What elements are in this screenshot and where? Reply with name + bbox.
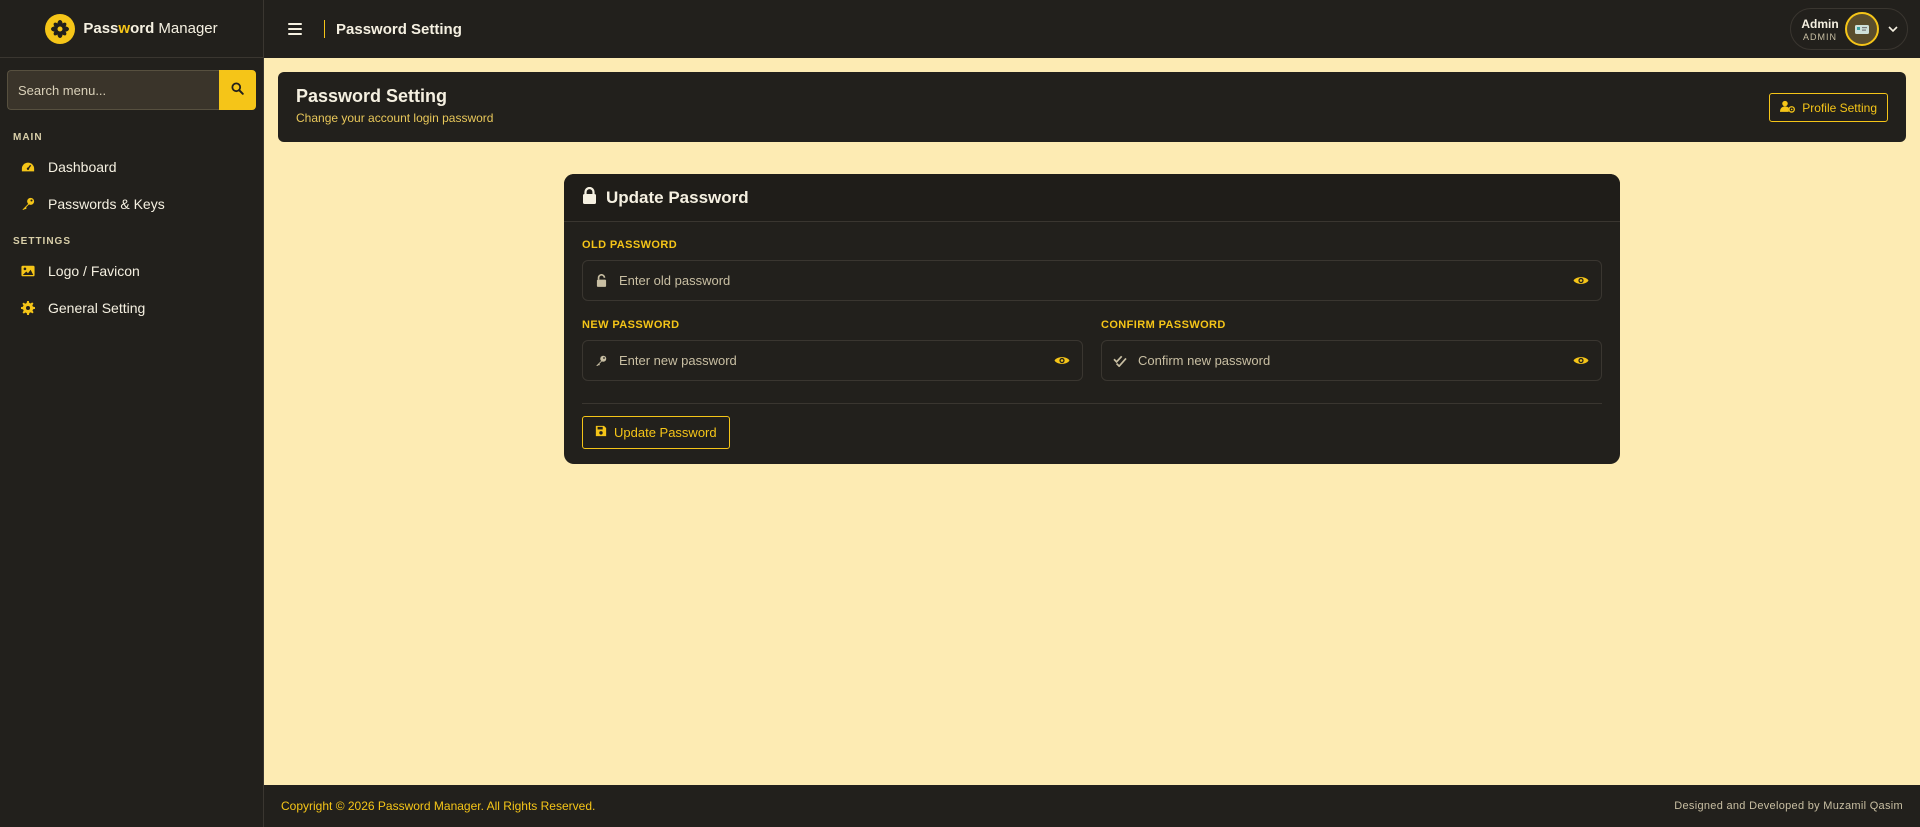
sidebar-item-logo-favicon[interactable]: Logo / Favicon [0, 252, 263, 289]
profile-setting-label: Profile Setting [1802, 100, 1877, 115]
gear-icon [21, 300, 35, 315]
old-password-label: OLD PASSWORD [582, 239, 678, 251]
old-password-input[interactable] [619, 261, 1561, 300]
profile-setting-button[interactable]: Profile Setting [1769, 93, 1888, 122]
lock-icon [582, 186, 597, 209]
lock-open-icon [583, 274, 619, 287]
eye-icon[interactable] [1561, 275, 1601, 286]
sidebar-item-general-setting[interactable]: General Setting [0, 289, 263, 326]
avatar[interactable] [1845, 12, 1879, 46]
user-gear-icon [1780, 100, 1796, 116]
old-password-field [582, 260, 1602, 301]
credit-text: Designed and Developed by Muzamil Qasim [1674, 800, 1903, 812]
key-icon [583, 355, 619, 367]
sidebar-item-label: Dashboard [48, 158, 117, 175]
sidebar-item-label: General Setting [48, 299, 146, 316]
divider [582, 403, 1602, 404]
sidebar-item-label: Passwords & Keys [48, 195, 165, 212]
confirm-password-label: CONFIRM PASSWORD [1101, 319, 1226, 331]
update-password-card: Update Password OLD PASSWORD NEW PASSWOR… [564, 174, 1620, 464]
new-password-field [582, 340, 1083, 381]
page-subtitle: Change your account login password [296, 111, 494, 125]
sidebar-item-label: Logo / Favicon [48, 262, 140, 279]
page-title: Password Setting [296, 86, 448, 106]
eye-icon[interactable] [1561, 355, 1601, 366]
flower-logo-icon [45, 13, 76, 44]
brand[interactable]: Password Manager [0, 0, 263, 58]
user-menu[interactable]: Admin ADMIN [1790, 8, 1908, 50]
update-password-label: Update Password [614, 425, 717, 440]
user-name: Admin [1801, 16, 1839, 31]
dashboard-icon [21, 160, 35, 174]
topbar-title: Password Setting [336, 20, 462, 38]
topbar: Password Setting Admin ADMIN [264, 0, 1920, 58]
page-header: Password Setting Change your account log… [278, 72, 1906, 142]
confirm-password-input[interactable] [1138, 341, 1561, 380]
image-icon [21, 264, 35, 278]
section-label-settings: SETTINGS [13, 236, 72, 247]
update-password-button[interactable]: Update Password [582, 416, 730, 449]
brand-name: Password Manager [83, 20, 218, 37]
key-icon [21, 197, 35, 211]
user-role: ADMIN [1803, 31, 1837, 42]
search-input[interactable] [7, 70, 219, 110]
menu-toggle-icon[interactable] [288, 22, 302, 36]
eye-icon[interactable] [1042, 355, 1082, 366]
new-password-input[interactable] [619, 341, 1042, 380]
chevron-down-icon[interactable] [1888, 20, 1898, 38]
new-password-label: NEW PASSWORD [582, 319, 680, 331]
card-title: Update Password [606, 187, 749, 207]
sidebar-item-dashboard[interactable]: Dashboard [0, 148, 263, 185]
confirm-password-field [1101, 340, 1602, 381]
section-label-main: MAIN [13, 132, 43, 143]
search-icon [231, 82, 244, 98]
user-info: Admin ADMIN [1799, 17, 1841, 42]
sidebar-item-passwords-keys[interactable]: Passwords & Keys [0, 185, 263, 222]
double-check-icon [1102, 355, 1138, 367]
card-header: Update Password [564, 174, 1620, 222]
search-button[interactable] [219, 70, 256, 110]
sidebar-search [7, 70, 256, 110]
footer: Copyright © 2026 Password Manager. All R… [264, 785, 1920, 827]
copyright-text: Copyright © 2026 Password Manager. All R… [281, 799, 596, 813]
sidebar: Password Manager MAIN Dashboard Password… [0, 0, 264, 827]
save-icon [595, 425, 607, 440]
divider [324, 20, 325, 38]
